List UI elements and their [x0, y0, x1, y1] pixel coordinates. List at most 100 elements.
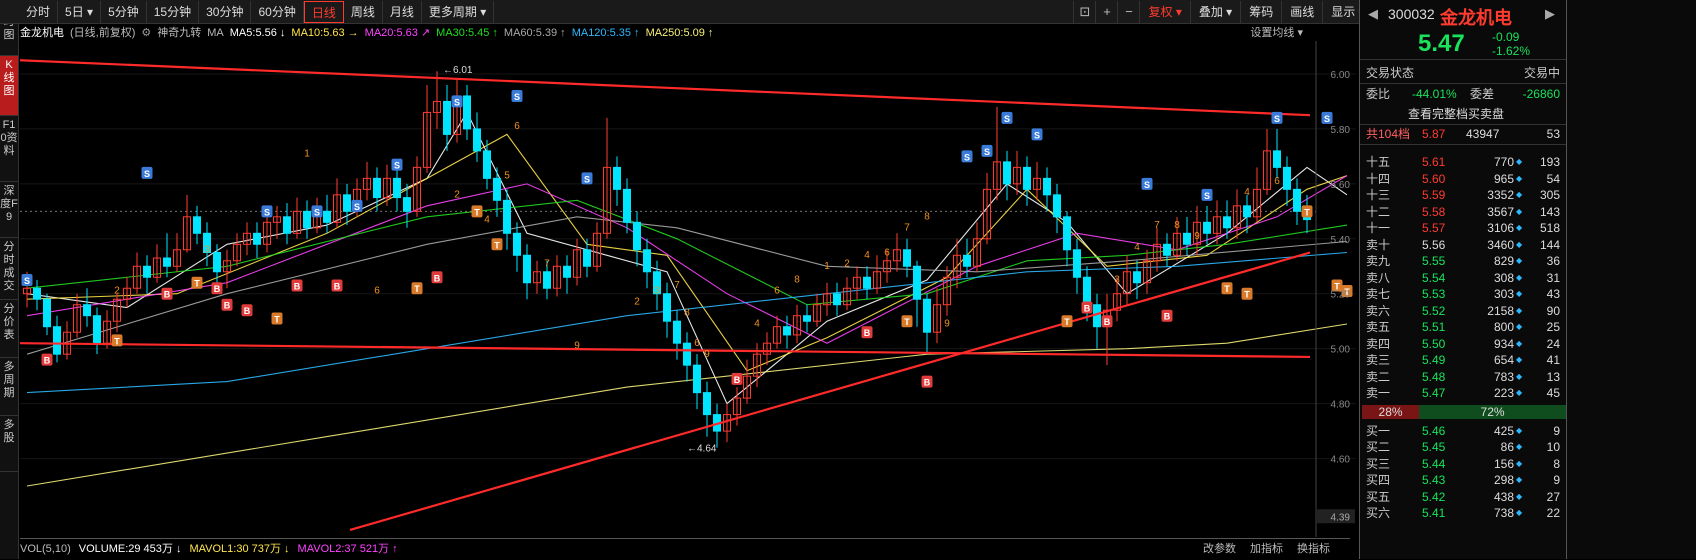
chart-mode: (日线,前复权): [70, 27, 136, 39]
indicator-tool-2[interactable]: 换指标: [1297, 539, 1330, 560]
toolbar-button-1[interactable]: 叠加 ▾: [1189, 1, 1240, 23]
bid-price: 5.44: [1422, 456, 1446, 471]
signal-letter: B: [214, 284, 221, 294]
candle-body: [643, 249, 651, 273]
period-tab-9[interactable]: 更多周期 ▾: [422, 0, 495, 23]
ask-volume: 965: [1493, 171, 1514, 186]
ask-volume: 800: [1493, 320, 1514, 334]
candle-body: [483, 150, 491, 179]
volume-value: VOLUME:29 453万 ↓: [78, 543, 182, 555]
ask-level-label: 十一: [1366, 221, 1391, 235]
bid-volume: 738: [1493, 506, 1514, 520]
bid-volume: 298: [1493, 473, 1514, 487]
ask-volume: 654: [1493, 353, 1514, 367]
indicator-tool-0[interactable]: 改参数: [1203, 539, 1236, 560]
period-tab-2[interactable]: 5分钟: [101, 0, 147, 23]
ask-diamond-icon: ◆: [1516, 371, 1523, 381]
ma-settings-button[interactable]: 设置均线 ▾: [1250, 25, 1303, 41]
ask-level-label: 卖九: [1366, 254, 1391, 268]
ask-price: 5.56: [1422, 237, 1446, 252]
ma120-value: MA120:5.35 ↑: [571, 27, 640, 39]
candle-body: [33, 287, 41, 300]
bid-level-label: 买五: [1366, 489, 1391, 504]
indicator-tool-1[interactable]: 加指标: [1250, 539, 1283, 560]
vol-label: VOL(5,10): [20, 543, 71, 555]
nine-turn-digit: 4: [484, 214, 490, 225]
bid-count: 8: [1553, 456, 1560, 471]
left-tab-5[interactable]: 分价表: [0, 300, 18, 358]
indicator-tools: 改参数 加指标 换指标: [1203, 539, 1330, 560]
ma-info-bar: 金龙机电 (日线,前复权) ⚙ 神奇九转 MA MA5:5.56 ↓ MA10:…: [20, 25, 1315, 41]
period-tab-0[interactable]: 分时: [19, 0, 59, 23]
nine-turn-digit: 6: [374, 286, 380, 297]
left-tab-6[interactable]: 多周期: [0, 358, 18, 416]
ask-level-label: 卖二: [1366, 369, 1391, 384]
nine-turn-digit: 9: [574, 341, 580, 352]
toolbar-button-0[interactable]: 复权 ▾: [1139, 1, 1189, 23]
ma-line-ma30: [26, 199, 1348, 306]
candle-body: [663, 293, 671, 322]
toolbar-button-3[interactable]: 画线: [1281, 1, 1322, 23]
bid-price: 5.45: [1422, 440, 1446, 454]
signal-letter: S: [264, 207, 270, 217]
ask-count: 193: [1539, 155, 1560, 169]
ask-row-8: 卖七 5.53 303 ◆ 43: [1360, 286, 1566, 302]
left-tab-3[interactable]: 深度F9: [0, 182, 18, 238]
candle-body: [863, 276, 871, 289]
full-book-button[interactable]: 查看完整档买卖盘: [1360, 106, 1566, 122]
candle-body: [283, 216, 291, 234]
candle-body: [373, 177, 381, 199]
prev-stock-icon[interactable]: ◀: [1368, 6, 1378, 22]
ask-volume: 934: [1493, 336, 1514, 351]
bid-count: 10: [1546, 440, 1560, 454]
bid-row-0: 买一 5.46 425 ◆ 9: [1360, 423, 1566, 439]
period-tab-1[interactable]: 5日 ▾: [58, 0, 102, 23]
period-tab-4[interactable]: 30分钟: [199, 0, 252, 23]
signal-letter: B: [44, 356, 51, 366]
bid-diamond-icon: ◆: [1516, 508, 1523, 517]
period-toolbar: 分时 5日 ▾ 5分钟 15分钟 30分钟 60分钟 日线 周线 月线 更多周期 ▾ ⊡ + − 复权 …: [0, 0, 1470, 24]
left-tab-2[interactable]: F10资料: [0, 116, 18, 182]
signal-letter: B: [164, 290, 171, 300]
next-stock-icon[interactable]: ▶: [1545, 6, 1555, 22]
period-tab-8[interactable]: 月线: [383, 0, 422, 23]
left-tab-1[interactable]: K线图: [0, 56, 18, 116]
plus-icon[interactable]: +: [1095, 1, 1117, 23]
period-tab-7[interactable]: 周线: [344, 0, 383, 23]
settings-icon[interactable]: ⚙: [141, 25, 151, 41]
ask-row-1: 十四 5.60 965 ◆ 54: [1360, 171, 1566, 187]
left-tab-4[interactable]: 分时成交: [0, 238, 18, 300]
period-tab-3[interactable]: 15分钟: [147, 0, 200, 23]
stock-code: 300032: [1388, 6, 1435, 22]
signal-letter: T: [904, 317, 910, 327]
ask-price: 5.58: [1422, 204, 1446, 219]
full-book-label[interactable]: 查看完整档买卖盘: [1408, 106, 1504, 122]
candle-body: [213, 252, 221, 273]
nine-turn-digit: 8: [924, 212, 930, 223]
nine-turn-digit: 1: [304, 148, 310, 159]
ask-price: 5.55: [1422, 254, 1446, 268]
lock-icon[interactable]: ⊡: [1073, 1, 1095, 23]
ask-row-14: 卖一 5.47 223 ◆ 45: [1360, 385, 1566, 401]
candle-body: [83, 304, 91, 317]
ask-level-label: 卖一: [1366, 386, 1391, 400]
bid-level-label: 买二: [1366, 440, 1391, 454]
nine-turn-digit: 7: [1154, 220, 1160, 231]
left-tab-7[interactable]: 多股: [0, 416, 18, 472]
signal-letter: B: [864, 328, 871, 338]
signal-letter: B: [434, 273, 441, 283]
candle-body: [633, 221, 641, 251]
ma10-value: MA10:5.63 →: [291, 27, 359, 39]
signal-letter: S: [1274, 114, 1280, 124]
levels-vol: 43947: [1466, 127, 1500, 141]
indicator-name[interactable]: 神奇九转: [157, 25, 201, 41]
toolbar-button-2[interactable]: 筹码: [1240, 1, 1281, 23]
signal-letter: S: [984, 147, 990, 157]
period-tab-6[interactable]: 日线: [303, 0, 344, 23]
candle-body: [1083, 276, 1091, 306]
ask-row-7: 卖八 5.54 308 ◆ 31: [1360, 270, 1566, 286]
period-tab-5[interactable]: 60分钟: [251, 0, 304, 23]
candlestick-chart[interactable]: 231624567923 78694681 24 6789347 8946SBTSBTB…: [20, 41, 1356, 537]
ask-diamond-icon: ◆: [1516, 289, 1523, 298]
minus-icon[interactable]: −: [1117, 1, 1139, 23]
